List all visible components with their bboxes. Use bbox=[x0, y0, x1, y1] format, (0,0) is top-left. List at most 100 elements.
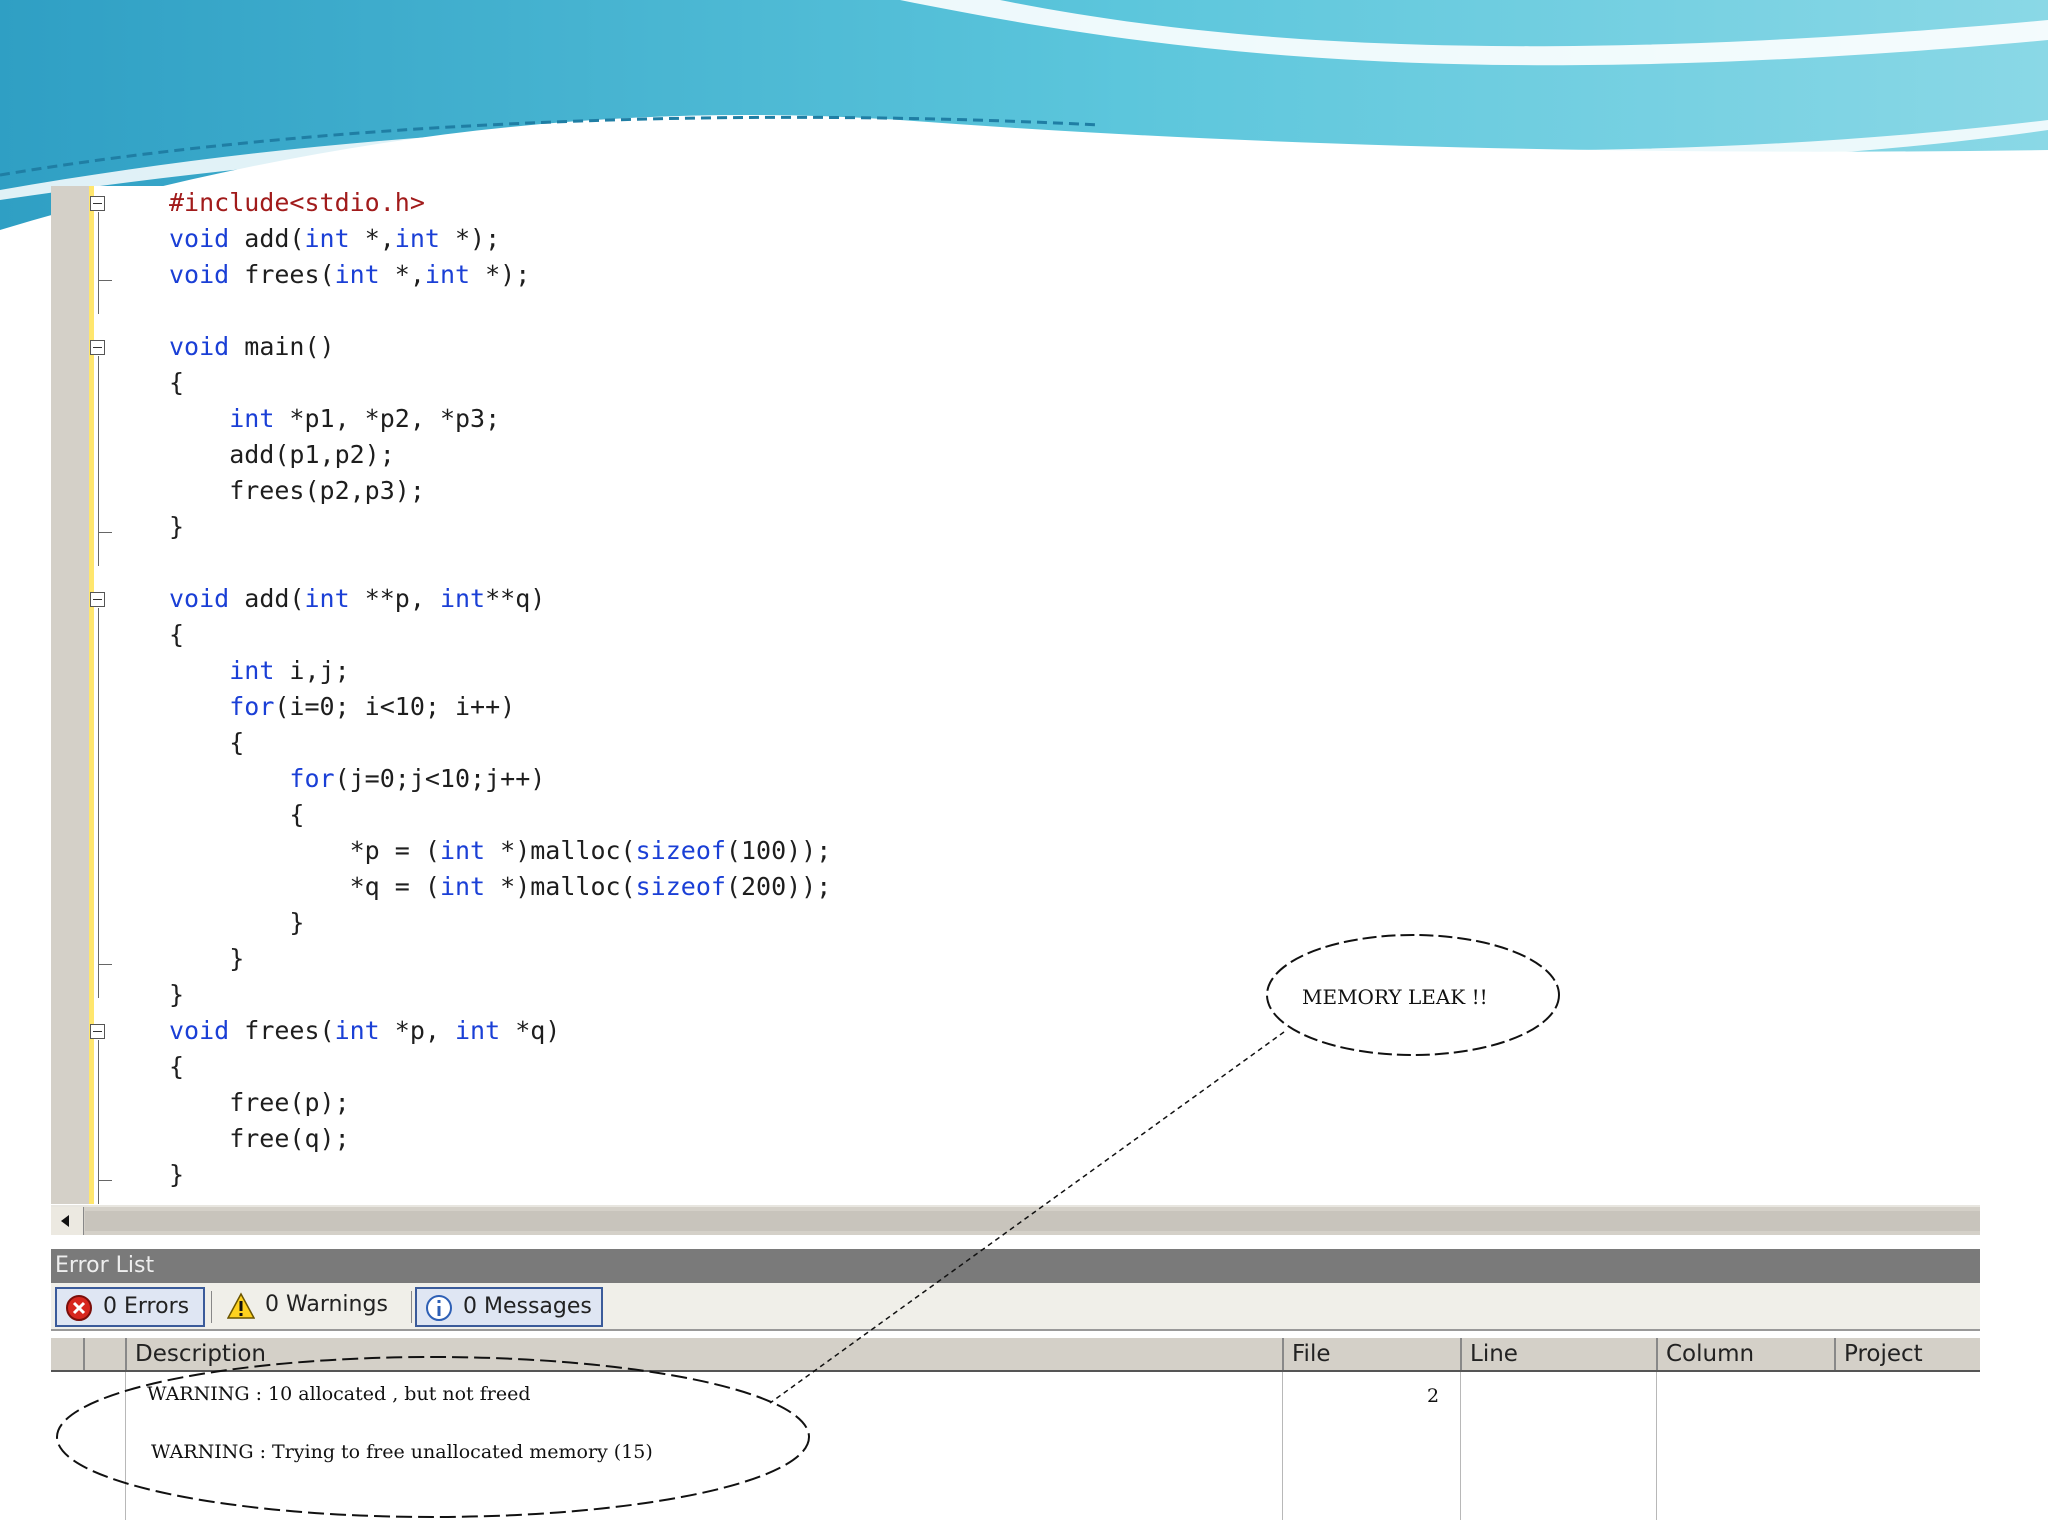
code-token: frees( bbox=[229, 1016, 335, 1045]
code-token: **p, bbox=[349, 584, 440, 613]
code-line[interactable]: void add(int **p, int**q) bbox=[169, 582, 545, 616]
code-token: } bbox=[169, 980, 185, 1009]
warnings-filter-button[interactable]: 0 Warnings bbox=[219, 1287, 409, 1327]
scroll-track[interactable] bbox=[85, 1211, 1980, 1231]
code-line[interactable]: free(p); bbox=[169, 1086, 349, 1120]
collapse-region-icon[interactable] bbox=[90, 1024, 105, 1039]
code-line[interactable]: int i,j; bbox=[169, 654, 350, 688]
keyword-token: for bbox=[229, 692, 275, 721]
errors-filter-button[interactable]: 0 Errors bbox=[55, 1287, 205, 1327]
code-token: i,j; bbox=[274, 656, 350, 685]
code-line[interactable]: { bbox=[169, 618, 184, 652]
code-token: *, bbox=[349, 224, 395, 253]
horizontal-scrollbar[interactable] bbox=[51, 1205, 1980, 1235]
warning-row-description[interactable]: WARNING : 10 allocated , but not freed bbox=[147, 1383, 530, 1405]
column-header-file[interactable]: File bbox=[1282, 1338, 1460, 1370]
column-header-category[interactable] bbox=[83, 1338, 125, 1370]
code-line[interactable]: void frees(int *,int *); bbox=[169, 258, 530, 292]
code-line[interactable]: for(j=0;j<10;j++) bbox=[169, 762, 545, 796]
code-token: { bbox=[169, 800, 305, 829]
outline-guide-end bbox=[98, 280, 112, 281]
code-line[interactable]: for(i=0; i<10; i++) bbox=[169, 690, 515, 724]
error-list-panel: Error List 0 Errors 0 Warnings 0 Message… bbox=[51, 1235, 1980, 1520]
messages-filter-button[interactable]: 0 Messages bbox=[415, 1287, 603, 1327]
outline-guide bbox=[98, 356, 99, 566]
code-token: { bbox=[169, 1052, 185, 1081]
code-token: **q) bbox=[485, 584, 546, 613]
code-token: add( bbox=[229, 224, 305, 253]
error-list-grid: Description File Line Column Project WAR… bbox=[51, 1338, 1980, 1520]
keyword-token: int bbox=[334, 1016, 380, 1045]
keyword-token: sizeof bbox=[635, 836, 726, 865]
code-line[interactable]: { bbox=[169, 366, 184, 400]
code-token: *q = ( bbox=[169, 872, 440, 901]
memory-leak-annotation: MEMORY LEAK !! bbox=[1302, 985, 1488, 1009]
code-token: { bbox=[169, 620, 185, 649]
change-indicator-bar bbox=[89, 186, 94, 1204]
errors-count-label: 0 Errors bbox=[103, 1294, 190, 1319]
code-token: } bbox=[169, 1160, 185, 1189]
keyword-token: for bbox=[289, 764, 335, 793]
warnings-count-label: 0 Warnings bbox=[265, 1292, 388, 1317]
code-token: } bbox=[169, 944, 245, 973]
grid-divider bbox=[125, 1372, 126, 1520]
keyword-token: int bbox=[304, 584, 350, 613]
code-line[interactable]: void add(int *,int *); bbox=[169, 222, 500, 256]
keyword-token: int bbox=[229, 656, 275, 685]
code-token: (j=0;j<10;j++) bbox=[334, 764, 546, 793]
code-line[interactable]: void frees(int *p, int *q) bbox=[169, 1014, 560, 1048]
code-line[interactable]: } bbox=[169, 1158, 184, 1192]
scroll-left-arrow-icon[interactable] bbox=[51, 1207, 84, 1235]
code-line[interactable]: } bbox=[169, 906, 304, 940]
code-line[interactable]: *q = (int *)malloc(sizeof(200)); bbox=[169, 870, 832, 904]
code-line[interactable]: free(q); bbox=[169, 1122, 349, 1156]
code-token: add(p1,p2); bbox=[169, 440, 395, 469]
keyword-token: void bbox=[169, 224, 230, 253]
collapse-region-icon[interactable] bbox=[90, 592, 105, 607]
code-line[interactable]: } bbox=[169, 978, 184, 1012]
column-header-column[interactable]: Column bbox=[1656, 1338, 1834, 1370]
code-token: (200)); bbox=[725, 872, 832, 901]
info-icon bbox=[426, 1295, 452, 1321]
code-token: (i=0; i<10; i++) bbox=[274, 692, 516, 721]
code-token: *, bbox=[379, 260, 425, 289]
code-line[interactable]: } bbox=[169, 942, 244, 976]
keyword-token: int bbox=[439, 836, 486, 865]
code-line[interactable]: { bbox=[169, 798, 304, 832]
code-line[interactable]: } bbox=[169, 510, 184, 544]
code-line[interactable]: add(p1,p2); bbox=[169, 438, 395, 472]
code-token: *)malloc( bbox=[485, 836, 636, 865]
column-header-description[interactable]: Description bbox=[125, 1338, 1282, 1370]
code-line[interactable]: frees(p2,p3); bbox=[169, 474, 425, 508]
keyword-token: void bbox=[169, 1016, 230, 1045]
column-header-line[interactable]: Line bbox=[1460, 1338, 1656, 1370]
collapse-region-icon[interactable] bbox=[90, 196, 105, 211]
code-token: frees(p2,p3); bbox=[169, 476, 425, 505]
column-header-project[interactable]: Project bbox=[1834, 1338, 1980, 1370]
code-token: main() bbox=[229, 332, 335, 361]
code-token: *q) bbox=[500, 1016, 561, 1045]
code-editor[interactable]: #include<stdio.h> void add(int *,int *); v… bbox=[51, 186, 1980, 1204]
keyword-token: int bbox=[424, 260, 471, 289]
warning-row-description[interactable]: WARNING : Trying to free unallocated mem… bbox=[151, 1441, 653, 1463]
code-line[interactable]: int *p1, *p2, *p3; bbox=[169, 402, 500, 436]
code-line[interactable]: #include<stdio.h> bbox=[169, 186, 425, 220]
code-token: { bbox=[169, 368, 185, 397]
column-header-index[interactable] bbox=[51, 1338, 83, 1370]
code-token: (100)); bbox=[725, 836, 832, 865]
code-line[interactable]: *p = (int *)malloc(sizeof(100)); bbox=[169, 834, 832, 868]
messages-count-label: 0 Messages bbox=[463, 1294, 592, 1319]
code-token: *p, bbox=[379, 1016, 455, 1045]
code-line[interactable]: { bbox=[169, 1050, 184, 1084]
collapse-region-icon[interactable] bbox=[90, 340, 105, 355]
keyword-token: int bbox=[439, 584, 486, 613]
editor-gutter bbox=[51, 186, 89, 1204]
code-line[interactable]: void main() bbox=[169, 330, 335, 364]
toolbar-separator bbox=[411, 1291, 412, 1323]
code-line[interactable]: { bbox=[169, 726, 244, 760]
column-header-row: Description File Line Column Project bbox=[51, 1338, 1980, 1372]
keyword-token: int bbox=[334, 260, 380, 289]
keyword-token: int bbox=[229, 404, 275, 433]
outline-guide-end bbox=[98, 964, 112, 965]
outline-guide-end bbox=[98, 1180, 112, 1181]
